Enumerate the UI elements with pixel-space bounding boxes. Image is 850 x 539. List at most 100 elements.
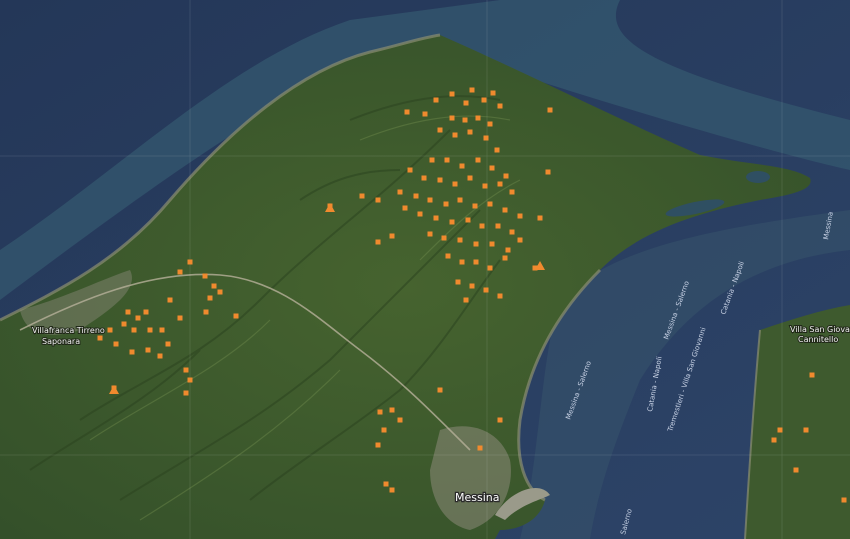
- map-marker[interactable]: [481, 97, 487, 103]
- map-marker[interactable]: [547, 107, 553, 113]
- map-marker[interactable]: [427, 197, 433, 203]
- map-marker[interactable]: [777, 427, 783, 433]
- map-marker[interactable]: [202, 273, 208, 279]
- map-marker[interactable]: [537, 215, 543, 221]
- map-marker[interactable]: [113, 341, 119, 347]
- map-marker[interactable]: [455, 279, 461, 285]
- map-marker[interactable]: [129, 349, 135, 355]
- map-marker[interactable]: [441, 235, 447, 241]
- map-marker[interactable]: [503, 173, 509, 179]
- map-marker[interactable]: [407, 167, 413, 173]
- map-marker[interactable]: [467, 175, 473, 181]
- map-marker[interactable]: [159, 327, 165, 333]
- map-marker[interactable]: [459, 163, 465, 169]
- map-marker[interactable]: [487, 265, 493, 271]
- map-marker[interactable]: [449, 115, 455, 121]
- map-marker[interactable]: [203, 309, 209, 315]
- map-marker[interactable]: [449, 219, 455, 225]
- map-marker[interactable]: [489, 165, 495, 171]
- map-marker[interactable]: [545, 169, 551, 175]
- map-marker[interactable]: [389, 487, 395, 493]
- map-marker[interactable]: [449, 91, 455, 97]
- map-marker[interactable]: [472, 203, 478, 209]
- map-marker[interactable]: [502, 255, 508, 261]
- map-marker[interactable]: [187, 259, 193, 265]
- map-marker[interactable]: [359, 193, 365, 199]
- map-marker[interactable]: [417, 211, 423, 217]
- map-marker[interactable]: [422, 111, 428, 117]
- map-marker[interactable]: [497, 181, 503, 187]
- map-marker[interactable]: [517, 237, 523, 243]
- map-marker[interactable]: [487, 121, 493, 127]
- map-marker[interactable]: [445, 253, 451, 259]
- map-marker[interactable]: [187, 377, 193, 383]
- map-marker[interactable]: [505, 247, 511, 253]
- map-marker[interactable]: [841, 497, 847, 503]
- map-marker[interactable]: [437, 177, 443, 183]
- map-marker[interactable]: [157, 353, 163, 359]
- map-marker[interactable]: [809, 372, 815, 378]
- map-marker[interactable]: [444, 157, 450, 163]
- map-marker[interactable]: [457, 197, 463, 203]
- map-marker[interactable]: [467, 129, 473, 135]
- map-marker[interactable]: [383, 481, 389, 487]
- map-marker[interactable]: [463, 297, 469, 303]
- map-marker[interactable]: [121, 321, 127, 327]
- map-marker[interactable]: [509, 229, 515, 235]
- map-marker[interactable]: [477, 445, 483, 451]
- map-marker[interactable]: [427, 231, 433, 237]
- map-marker[interactable]: [469, 283, 475, 289]
- map-marker[interactable]: [147, 327, 153, 333]
- map-marker[interactable]: [389, 407, 395, 413]
- map-marker[interactable]: [475, 115, 481, 121]
- map-marker[interactable]: [211, 283, 217, 289]
- map-marker[interactable]: [375, 442, 381, 448]
- map-marker[interactable]: [233, 313, 239, 319]
- map-marker[interactable]: [413, 193, 419, 199]
- map-marker[interactable]: [459, 259, 465, 265]
- map-marker[interactable]: [803, 427, 809, 433]
- map-marker[interactable]: [375, 239, 381, 245]
- map-marker[interactable]: [125, 309, 131, 315]
- map-marker[interactable]: [107, 327, 113, 333]
- map-marker[interactable]: [487, 201, 493, 207]
- map-marker[interactable]: [381, 427, 387, 433]
- map-marker[interactable]: [375, 197, 381, 203]
- map-marker[interactable]: [452, 181, 458, 187]
- map-marker[interactable]: [397, 417, 403, 423]
- map-marker[interactable]: [167, 297, 173, 303]
- map-marker[interactable]: [495, 223, 501, 229]
- map-marker[interactable]: [483, 135, 489, 141]
- map-marker[interactable]: [217, 289, 223, 295]
- map-marker[interactable]: [397, 189, 403, 195]
- map-marker[interactable]: [457, 237, 463, 243]
- map-marker[interactable]: [517, 213, 523, 219]
- map-marker[interactable]: [165, 341, 171, 347]
- map-marker[interactable]: [443, 201, 449, 207]
- map-marker[interactable]: [473, 241, 479, 247]
- map-marker[interactable]: [490, 90, 496, 96]
- map-marker[interactable]: [462, 117, 468, 123]
- map-marker[interactable]: [429, 157, 435, 163]
- map-marker[interactable]: [473, 259, 479, 265]
- map-marker[interactable]: [483, 287, 489, 293]
- map-marker[interactable]: [482, 183, 488, 189]
- map-marker[interactable]: [97, 335, 103, 341]
- map-marker[interactable]: [771, 437, 777, 443]
- map-marker[interactable]: [475, 157, 481, 163]
- map-marker[interactable]: [389, 233, 395, 239]
- map-marker[interactable]: [404, 109, 410, 115]
- map-marker[interactable]: [421, 175, 427, 181]
- satellite-map[interactable]: Messina - Salerno Catania - Napoli Messi…: [0, 0, 850, 539]
- map-marker[interactable]: [433, 97, 439, 103]
- map-marker[interactable]: [183, 367, 189, 373]
- map-marker[interactable]: [497, 293, 503, 299]
- map-marker[interactable]: [494, 147, 500, 153]
- map-marker[interactable]: [437, 127, 443, 133]
- map-marker[interactable]: [177, 315, 183, 321]
- map-marker[interactable]: [463, 100, 469, 106]
- map-marker[interactable]: [135, 315, 141, 321]
- map-marker[interactable]: [437, 387, 443, 393]
- map-marker[interactable]: [183, 390, 189, 396]
- map-marker[interactable]: [479, 223, 485, 229]
